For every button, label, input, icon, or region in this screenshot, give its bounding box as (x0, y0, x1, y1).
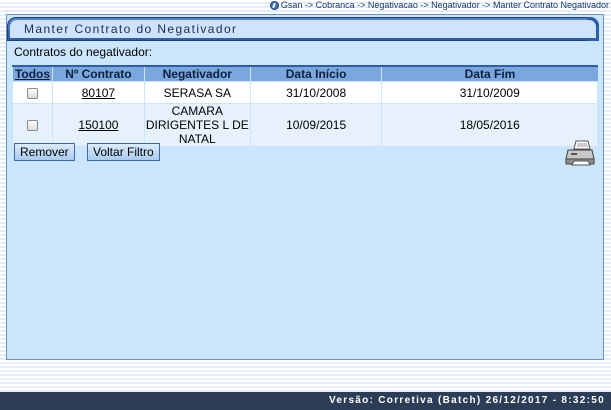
header-negativador: Negativador (143, 65, 251, 82)
page-title: Manter Contrato do Negativador (10, 20, 596, 38)
end-date-cell: 31/10/2009 (381, 81, 598, 104)
remover-button[interactable]: Remover (14, 143, 75, 161)
select-all-link[interactable]: Todos (12, 65, 53, 82)
voltar-filtro-button[interactable]: Voltar Filtro (87, 143, 160, 161)
header-data-inicio: Data Início (249, 65, 382, 82)
section-label: Contratos do negativador: (14, 45, 153, 59)
contracts-table: Todos Nº Contrato Negativador Data Iníci… (12, 65, 598, 147)
breadcrumb: Gsan -> Cobranca -> Negativacao -> Negat… (269, 0, 609, 11)
negativador-cell: CAMARA DIRIGENTES L DE NATAL (143, 103, 251, 147)
header-data-fim: Data Fim (381, 65, 598, 82)
start-date-cell: 10/09/2015 (249, 103, 383, 147)
printer-icon[interactable] (565, 140, 595, 166)
header-numero: Nº Contrato (51, 65, 145, 82)
breadcrumb-text[interactable]: Gsan -> Cobranca -> Negativacao -> Negat… (281, 0, 609, 11)
table-header-row: Todos Nº Contrato Negativador Data Iníci… (12, 65, 598, 82)
row-select-cell (12, 81, 53, 104)
table-row: 150100 CAMARA DIRIGENTES L DE NATAL 10/0… (12, 103, 598, 147)
negativador-cell: SERASA SA (143, 81, 251, 104)
footer-version: Versão: Corretiva (Batch) 26/12/2017 - 8… (0, 392, 611, 410)
contract-number-link[interactable]: 80107 (82, 86, 115, 100)
title-bar: Manter Contrato do Negativador (7, 17, 599, 41)
help-icon[interactable] (269, 1, 279, 10)
row-select-cell (12, 103, 53, 147)
contract-number-link[interactable]: 150100 (78, 118, 118, 132)
start-date-cell: 31/10/2008 (249, 81, 383, 104)
row-checkbox[interactable] (26, 120, 38, 132)
row-checkbox[interactable] (26, 87, 38, 99)
contract-number-cell: 150100 (51, 103, 145, 147)
contract-number-cell: 80107 (51, 81, 145, 104)
table-row: 80107 SERASA SA 31/10/2008 31/10/2009 (12, 81, 598, 104)
